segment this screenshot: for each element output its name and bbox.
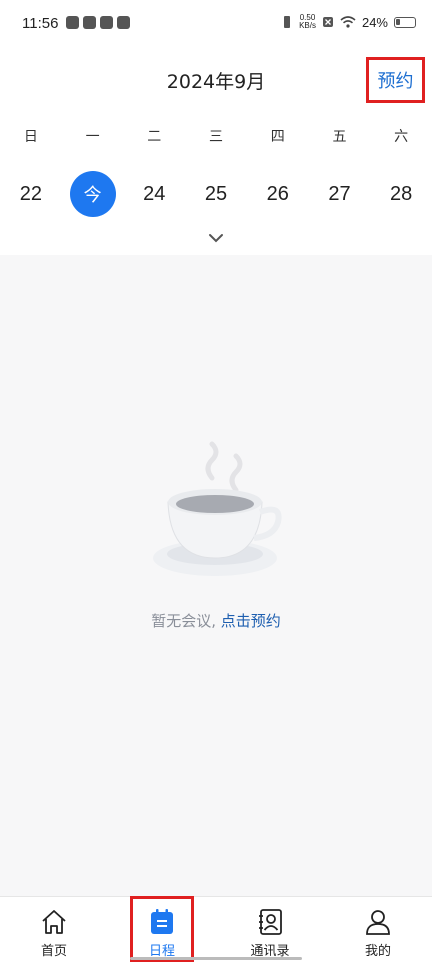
calendar-header: 2024年9月 预约 日 一 二 三 四 五 六 22 今 24 25 26 2… [0, 50, 432, 255]
coffee-cup-icon [153, 441, 282, 576]
weekday-label: 五 [332, 129, 347, 145]
date-row: 22 今 24 25 26 27 28 [0, 170, 432, 218]
book-meeting-button[interactable]: 预约 [366, 57, 425, 103]
tiktok-icon [100, 16, 113, 29]
home-icon [42, 910, 66, 934]
tab-highlight [130, 896, 194, 962]
date-cell[interactable]: 24 [123, 170, 185, 218]
no-sim-icon [322, 17, 333, 27]
today-marker: 今 [69, 171, 116, 217]
tab-bar: 首页 日程 通讯录 我的 [0, 896, 432, 964]
date-cell[interactable]: 27 [309, 170, 371, 218]
weekday-row: 日 一 二 三 四 五 六 [0, 126, 432, 146]
empty-message-text: 暂无会议, [151, 612, 221, 630]
notification-icons [66, 16, 130, 29]
date-cell[interactable]: 22 [0, 170, 62, 218]
network-speed: 0.50 KB/s [299, 13, 316, 30]
mail-icon [117, 16, 130, 29]
profile-icon [366, 910, 390, 935]
date-cell[interactable]: 28 [370, 170, 432, 218]
tab-schedule[interactable]: 日程 [108, 896, 216, 964]
tab-label: 首页 [40, 944, 67, 959]
battery-icon [394, 16, 416, 28]
battery-percent: 24% [361, 14, 388, 30]
status-right: 0.50 KB/s 24% [281, 14, 416, 30]
tab-label: 我的 [364, 944, 391, 959]
vibrate-icon [284, 16, 291, 28]
weekday-label: 六 [394, 129, 409, 145]
status-bar: 11:56 0.50 KB/s 24% [0, 0, 432, 50]
chevron-down-icon[interactable] [208, 232, 224, 244]
tab-profile[interactable]: 我的 [324, 897, 432, 964]
date-cell[interactable]: 26 [247, 170, 309, 218]
wifi-icon [340, 16, 356, 28]
weekday-label: 二 [147, 129, 162, 145]
contacts-icon [259, 909, 282, 935]
empty-message: 暂无会议, 点击预约 [0, 610, 432, 631]
weekday-label: 三 [209, 129, 224, 145]
book-link[interactable]: 点击预约 [221, 612, 281, 630]
home-indicator[interactable] [130, 957, 302, 960]
status-time: 11:56 [22, 15, 59, 32]
weekday-label: 日 [23, 129, 38, 145]
empty-state: 暂无会议, 点击预约 [0, 420, 432, 650]
notification-icon [83, 16, 96, 29]
date-cell[interactable]: 25 [185, 170, 247, 218]
weekday-label: 一 [85, 129, 100, 145]
tab-home[interactable]: 首页 [0, 897, 108, 964]
date-cell-today[interactable]: 今 [62, 170, 124, 218]
weekday-label: 四 [270, 129, 285, 145]
tab-contacts[interactable]: 通讯录 [216, 897, 324, 964]
notification-icon [66, 16, 79, 29]
